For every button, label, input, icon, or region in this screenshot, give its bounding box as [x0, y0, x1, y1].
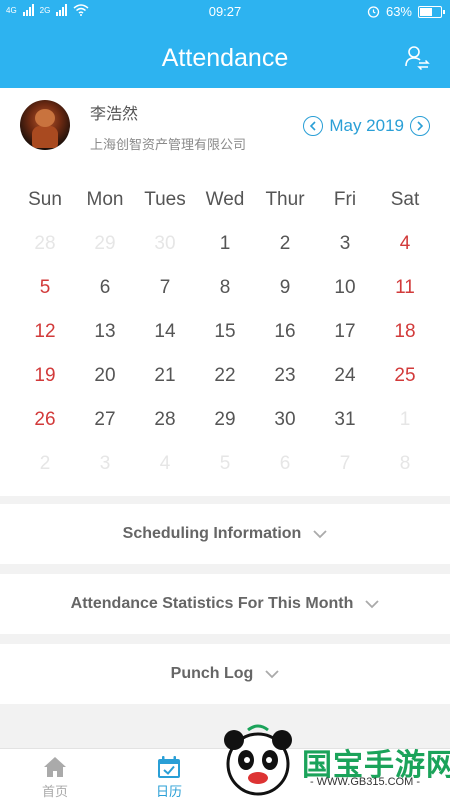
- scheduling-section[interactable]: Scheduling Information: [0, 504, 450, 564]
- calendar-week-row: 19 20 21 22 23 24 25: [15, 354, 450, 398]
- calendar-day[interactable]: 1: [195, 222, 255, 266]
- calendar-day: 8: [399, 453, 411, 474]
- calendar-day[interactable]: 29: [195, 398, 255, 442]
- profile-card: 李浩然 上海创智资产管理有限公司 May 2019: [0, 88, 450, 166]
- weekday-fri: Fri: [333, 189, 357, 210]
- weekday-tue: Tues: [144, 189, 186, 210]
- chevron-down-icon: [313, 530, 327, 539]
- panda-icon: [224, 724, 292, 796]
- chevron-right-icon[interactable]: [410, 116, 430, 136]
- punch-log-label: Punch Log: [170, 665, 254, 682]
- weekday-sat: Sat: [390, 189, 420, 210]
- month-navigator: May 2019: [303, 116, 430, 136]
- calendar-day[interactable]: 14: [135, 310, 195, 354]
- calendar-day: 28: [34, 233, 56, 254]
- calendar-day[interactable]: 18: [375, 310, 435, 354]
- calendar-day[interactable]: 8: [195, 266, 255, 310]
- chevron-down-icon: [365, 600, 379, 609]
- battery-percent: 63%: [385, 4, 412, 19]
- scheduling-label: Scheduling Information: [122, 525, 302, 542]
- tab-calendar[interactable]: 日历: [114, 749, 224, 800]
- calendar-week-row: 5 6 7 8 9 10 11: [15, 266, 450, 310]
- calendar-day[interactable]: 9: [255, 266, 315, 310]
- calendar-day[interactable]: 28: [135, 398, 195, 442]
- battery-icon: [418, 5, 445, 18]
- calendar-day[interactable]: 25: [375, 354, 435, 398]
- chevron-left-icon[interactable]: [303, 116, 324, 136]
- tab-home[interactable]: 首页: [0, 749, 110, 800]
- calendar-day[interactable]: 4: [375, 222, 435, 266]
- calendar-day[interactable]: 5: [15, 266, 75, 310]
- alarm-icon: [367, 6, 380, 18]
- calendar-day[interactable]: 10: [315, 266, 375, 310]
- calendar-day[interactable]: 19: [15, 354, 75, 398]
- calendar-week-row: 26 27 28 29 30 31 1: [15, 398, 450, 442]
- punch-log-section[interactable]: Punch Log: [0, 644, 450, 704]
- weekday-header: Sun Mon Tues Wed Thur Fri Sat: [15, 178, 450, 222]
- calendar-day[interactable]: 22: [195, 354, 255, 398]
- calendar-day[interactable]: 7: [135, 266, 195, 310]
- calendar-day[interactable]: 13: [75, 310, 135, 354]
- calendar-day[interactable]: 31: [315, 398, 375, 442]
- calendar-week-row: 28 29 30 1 2 3 4: [15, 222, 450, 266]
- weekday-wed: Wed: [205, 189, 245, 210]
- calendar-day[interactable]: 20: [75, 354, 135, 398]
- calendar-day[interactable]: 24: [315, 354, 375, 398]
- watermark-logo: 国宝手游网 - WWW.GB315.COM -: [218, 720, 450, 800]
- calendar-day: 6: [279, 453, 291, 474]
- calendar-day[interactable]: 23: [255, 354, 315, 398]
- chevron-down-icon: [265, 670, 279, 679]
- status-bar: 4G 2G 09:27 63%: [0, 0, 450, 24]
- weekday-sun: Sun: [28, 189, 62, 210]
- user-switch-icon[interactable]: [404, 44, 430, 70]
- calendar-day[interactable]: 2: [255, 222, 315, 266]
- calendar-day: 30: [154, 233, 176, 254]
- calendar-day[interactable]: 30: [255, 398, 315, 442]
- statistics-section[interactable]: Attendance Statistics For This Month: [0, 574, 450, 634]
- tab-calendar-label: 日历: [155, 784, 182, 799]
- calendar-day[interactable]: 3: [315, 222, 375, 266]
- calendar-day[interactable]: 6: [75, 266, 135, 310]
- calendar-day[interactable]: 17: [315, 310, 375, 354]
- status-right: 63%: [367, 4, 445, 19]
- calendar-day: 4: [159, 453, 171, 474]
- company-name: 上海创智资产管理有限公司: [90, 137, 247, 152]
- current-month: May 2019: [329, 116, 404, 135]
- user-name: 李浩然: [90, 106, 139, 123]
- calendar-day[interactable]: 16: [255, 310, 315, 354]
- statistics-label: Attendance Statistics For This Month: [70, 595, 354, 612]
- calendar-day: 7: [339, 453, 351, 474]
- page-title: Attendance: [161, 44, 289, 72]
- calendar-day[interactable]: 11: [375, 266, 435, 310]
- calendar-day: 29: [94, 233, 116, 254]
- tab-home-label: 首页: [41, 784, 68, 799]
- calendar-week-row: 12 13 14 15 16 17 18: [15, 310, 450, 354]
- calendar-day: 5: [219, 453, 231, 474]
- app-header: Attendance: [0, 24, 450, 88]
- calendar-day: 3: [99, 453, 111, 474]
- home-icon: [44, 757, 66, 777]
- calendar-grid: Sun Mon Tues Wed Thur Fri Sat 28 29 30 1 2 3 4…: [15, 166, 450, 486]
- calendar-day: 2: [39, 453, 51, 474]
- weekday-mon: Mon: [86, 189, 124, 210]
- calendar-week-row: 2 3 4 5 6 7 8: [15, 442, 450, 486]
- weekday-thu: Thur: [265, 189, 305, 210]
- calendar-day[interactable]: 21: [135, 354, 195, 398]
- calendar-day[interactable]: 27: [75, 398, 135, 442]
- calendar-day[interactable]: 26: [15, 398, 75, 442]
- calendar-day: 1: [399, 409, 411, 430]
- calendar-check-icon: [158, 756, 180, 778]
- calendar-day[interactable]: 15: [195, 310, 255, 354]
- watermark-url: - WWW.GB315.COM -: [310, 776, 420, 788]
- calendar: Sun Mon Tues Wed Thur Fri Sat 28 29 30 1 2 3 4…: [0, 166, 450, 496]
- calendar-day[interactable]: 12: [15, 310, 75, 354]
- avatar: [20, 100, 70, 150]
